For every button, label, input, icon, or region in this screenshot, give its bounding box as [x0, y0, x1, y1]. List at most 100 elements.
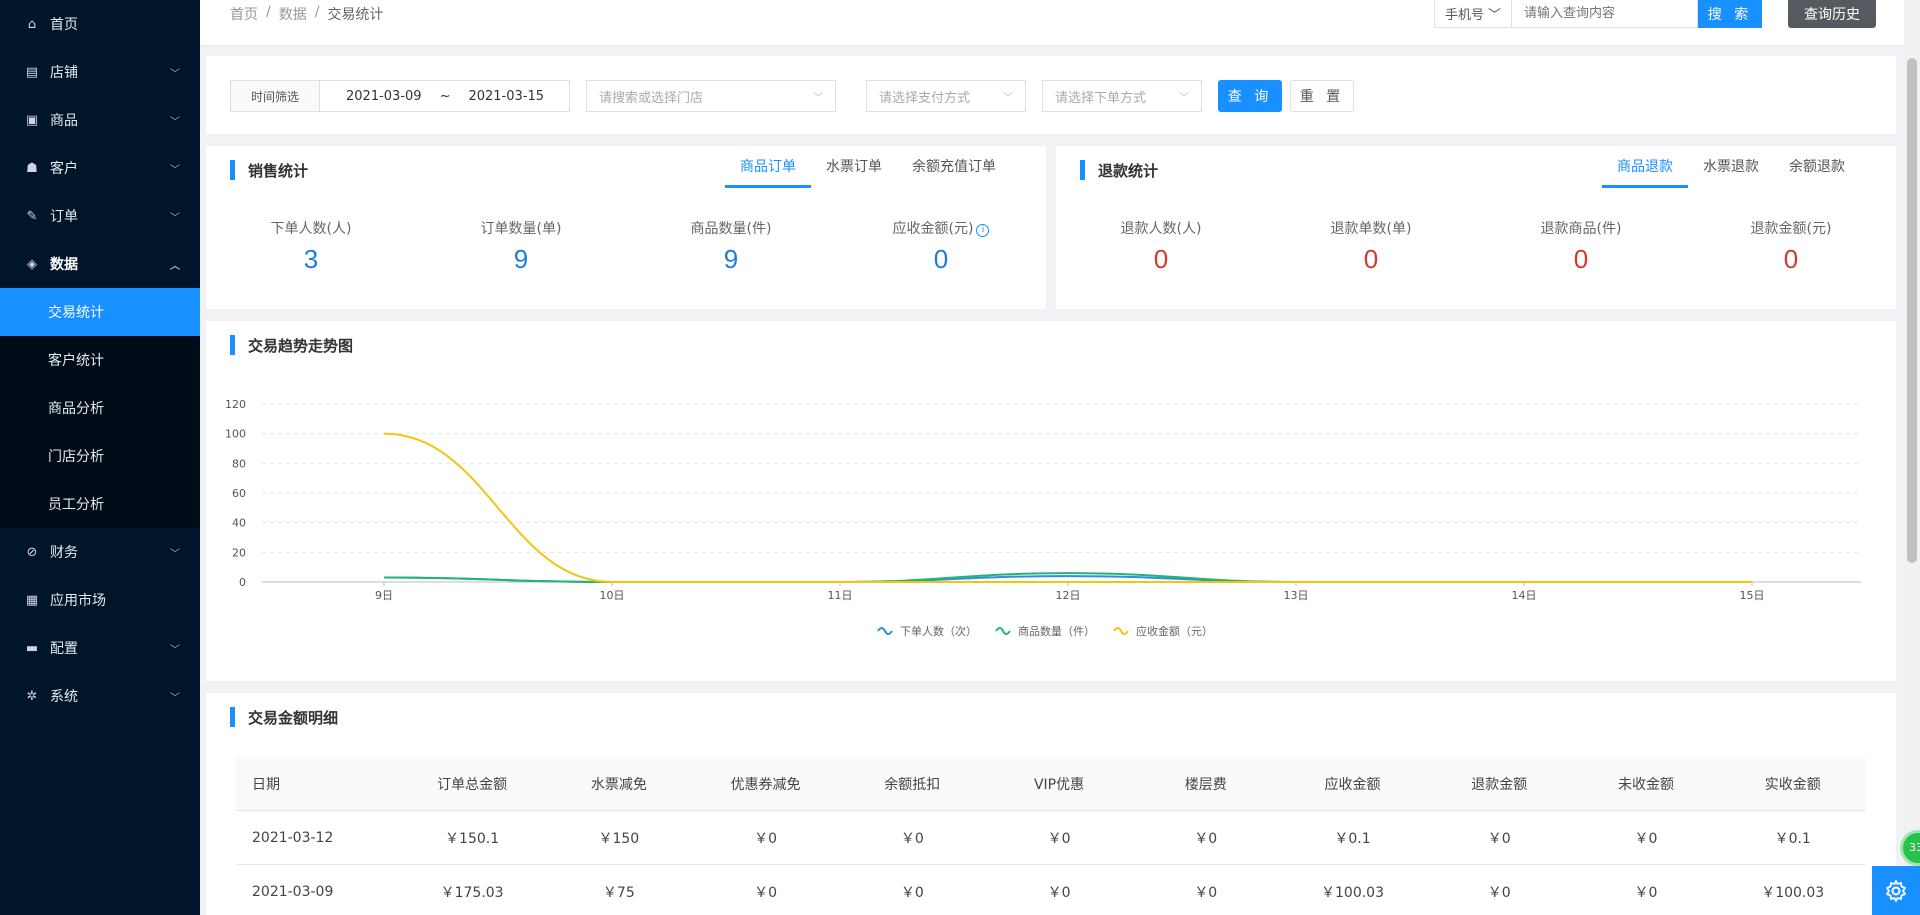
table-cell: ￥75	[602, 884, 635, 901]
stat-label-text: 下单人数(人)	[270, 221, 352, 237]
order-method-select[interactable]: 请选择下单方式 ﹀	[1042, 80, 1202, 112]
gear-icon	[1886, 879, 1906, 902]
stat-label-text: 退款金额(元)	[1750, 221, 1832, 237]
floating-badge[interactable]: 33	[1900, 830, 1920, 866]
payment-method-select[interactable]: 请选择支付方式 ﹀	[866, 80, 1026, 112]
sidebar-item[interactable]: ▤ 店铺 ﹀	[0, 48, 200, 96]
chevron-down-icon: ﹀	[170, 548, 180, 560]
time-filter: 时间筛选 2021-03-09 ~ 2021-03-15	[230, 80, 570, 112]
stat-label-text: 订单数量(单)	[480, 221, 562, 237]
legend-label[interactable]: 下单人数（次）	[900, 624, 977, 638]
time-filter-label: 时间筛选	[230, 80, 320, 112]
stat-value: 9	[513, 244, 529, 274]
sales-stat: 商品数量(件) 9	[626, 218, 836, 275]
table-header-cell: 楼层费	[1184, 776, 1227, 793]
table-header-cell: 优惠券减免	[730, 776, 801, 793]
table-cell: ￥100.03	[1321, 884, 1384, 901]
stat-label-text: 商品数量(件)	[690, 221, 772, 237]
sidebar-item[interactable]: ⌂ 首页	[0, 0, 200, 48]
x-tick-label: 12日	[1056, 589, 1081, 602]
sidebar-subitem[interactable]: 员工分析	[0, 480, 200, 528]
table-row: 2021-03-09 ￥175.03 ￥75 ￥0 ￥0 ￥0 ￥0 ￥100.03 ￥0 ￥0 ￥…	[236, 865, 1866, 915]
sales-stats-card: 销售统计 商品订单 水票订单 余额充值订单 下单人数(人) 3 订单数量(单) 9 商品数量…	[206, 146, 1046, 309]
refund-tab[interactable]: 商品退款	[1602, 146, 1688, 188]
sales-stats-title: 销售统计	[229, 160, 308, 181]
query-button[interactable]: 查 询	[1218, 80, 1282, 112]
order-select-placeholder: 请选择下单方式	[1055, 90, 1147, 106]
x-tick-label: 9日	[375, 589, 393, 602]
sidebar-item[interactable]: ✲ 系统 ﹀	[0, 672, 200, 720]
legend-swatch[interactable]	[1113, 627, 1129, 635]
store-select[interactable]: 请搜索或选择门店 ﹀	[586, 80, 836, 112]
refund-tab[interactable]: 水票退款	[1688, 146, 1774, 188]
sidebar-item-label: 应用市场	[50, 593, 106, 609]
table-header-cell: 退款金额	[1471, 776, 1528, 793]
search-button[interactable]: 搜 索	[1698, 0, 1762, 28]
order-icon: ✎	[26, 208, 38, 224]
sidebar-item[interactable]: ◈ 数据 ︿	[0, 240, 200, 288]
sales-stat: 应收金额(元) i 0	[836, 218, 1046, 275]
legend-swatch[interactable]	[877, 627, 893, 635]
breadcrumb-home[interactable]: 首页	[230, 4, 258, 24]
sidebar-item[interactable]: ✎ 订单 ﹀	[0, 192, 200, 240]
legend-label[interactable]: 应收金额（元）	[1136, 624, 1213, 638]
sidebar-item[interactable]: ▬ 配置 ﹀	[0, 624, 200, 672]
info-icon[interactable]: i	[976, 224, 990, 237]
breadcrumb-separator: /	[314, 4, 320, 20]
table-header-cell: 余额抵扣	[884, 776, 941, 793]
chevron-down-icon: ﹀	[1179, 92, 1189, 104]
table-cell: 2021-03-12	[252, 829, 334, 846]
refund-tab[interactable]: 余额退款	[1774, 146, 1860, 188]
sales-stat: 下单人数(人) 3	[206, 218, 416, 275]
table-cell: ￥0.1	[1334, 830, 1371, 847]
sidebar-subitem[interactable]: 门店分析	[0, 432, 200, 480]
sidebar-submenu: 交易统计 客户统计 商品分析 门店分析 员工分析	[0, 288, 200, 528]
sidebar-subitem[interactable]: 客户统计	[0, 336, 200, 384]
query-history-button[interactable]: 查询历史	[1788, 0, 1876, 28]
sidebar-item[interactable]: ▦ 应用市场	[0, 576, 200, 624]
folder-icon: ▬	[25, 640, 39, 656]
chevron-up-icon: ︿	[170, 260, 180, 272]
breadcrumb: 首页 / 数据 / 交易统计	[230, 4, 383, 24]
table-header: 日期 订单总金额 水票减免 优惠券减免 余额抵扣 VIP优惠 楼层费 应收金额 退款金额 未收金额…	[236, 757, 1866, 811]
sidebar-item[interactable]: ☗ 客户 ﹀	[0, 144, 200, 192]
sidebar-item[interactable]: ⊘ 财务 ﹀	[0, 528, 200, 576]
breadcrumb-current: 交易统计	[327, 7, 384, 23]
sales-tab[interactable]: 水票订单	[811, 146, 897, 188]
series-line-1	[383, 572, 1752, 583]
breadcrumb-data[interactable]: 数据	[279, 4, 307, 24]
chevron-down-icon: ﹀	[170, 644, 180, 656]
legend-label[interactable]: 商品数量（件）	[1018, 624, 1095, 638]
series-line-2	[383, 432, 1752, 583]
sidebar-item-label: 财务	[50, 545, 78, 561]
sidebar-subitem[interactable]: 商品分析	[0, 384, 200, 432]
stat-label: 应收金额(元) i	[836, 218, 1046, 238]
date-range-picker[interactable]: 2021-03-09 ~ 2021-03-15	[320, 80, 570, 112]
stat-value: 9	[723, 244, 739, 274]
table-header-cell: 订单总金额	[437, 776, 508, 793]
settings-button[interactable]	[1872, 866, 1920, 915]
search-type-select[interactable]: 手机号 ﹀	[1434, 0, 1512, 28]
search-type-label: 手机号	[1444, 8, 1484, 23]
table-cell: 2021-03-09	[252, 883, 334, 900]
sales-stats-row: 下单人数(人) 3 订单数量(单) 9 商品数量(件) 9 应收金额(元) i 0	[206, 218, 1046, 275]
reset-button[interactable]: 重 置	[1290, 80, 1354, 112]
sidebar-item[interactable]: ▣ 商品 ﹀	[0, 96, 200, 144]
search-input[interactable]	[1512, 0, 1698, 28]
chevron-down-icon: ﹀	[813, 92, 823, 104]
chevron-down-icon: ﹀	[170, 692, 180, 704]
page-scrollbar[interactable]	[1904, 0, 1920, 915]
table-header-cell: 未收金额	[1617, 776, 1674, 793]
legend-swatch[interactable]	[995, 627, 1011, 635]
x-tick-label: 10日	[600, 589, 625, 602]
amount-detail-card: 交易金额明细 日期 订单总金额 水票减免 优惠券减免 余额抵扣 VIP优惠 楼层费 应收金额 退…	[206, 693, 1896, 915]
table-header-cell: VIP优惠	[1033, 776, 1085, 793]
refund-stat: 退款单数(单) 0	[1266, 218, 1476, 275]
x-tick-label: 14日	[1512, 589, 1537, 602]
stat-label-text: 退款商品(件)	[1540, 221, 1622, 237]
sales-tab[interactable]: 商品订单	[725, 146, 811, 188]
scrollbar-thumb[interactable]	[1907, 58, 1917, 563]
sales-tab[interactable]: 余额充值订单	[897, 146, 1011, 188]
sidebar-subitem[interactable]: 交易统计	[0, 288, 200, 336]
table-header-cell: 日期	[252, 776, 280, 793]
